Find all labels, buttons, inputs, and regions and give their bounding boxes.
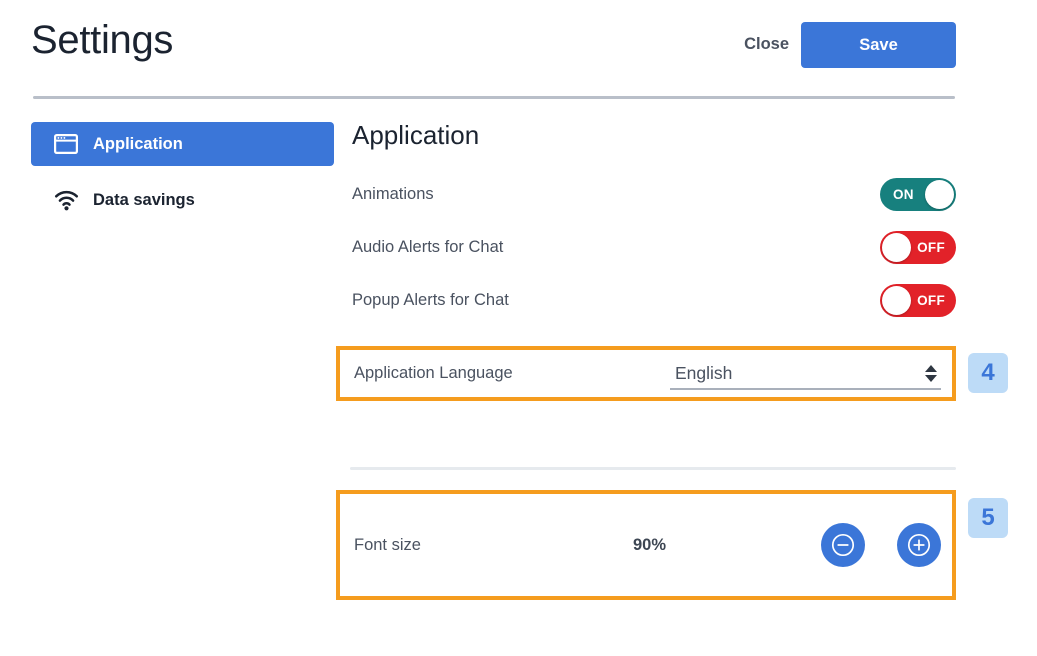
setting-label: Animations — [352, 184, 434, 203]
settings-main-panel: Application Animations ON Audio Alerts f… — [352, 118, 1032, 333]
setting-label: Font size — [354, 535, 421, 554]
toggle-state-label: OFF — [917, 239, 945, 255]
close-button[interactable]: Close — [738, 31, 795, 58]
setting-row-application-language: Application Language English — [340, 350, 952, 397]
save-button[interactable]: Save — [801, 22, 956, 68]
font-size-decrease-button[interactable] — [821, 523, 865, 567]
sidebar-item-data-savings[interactable]: Data savings — [31, 178, 334, 222]
setting-row-popup-alerts: Popup Alerts for Chat OFF — [352, 280, 956, 320]
toggle-state-label: ON — [893, 186, 914, 202]
application-language-highlight: Application Language English — [336, 346, 956, 401]
annotation-badge-4: 4 — [968, 353, 1008, 393]
sidebar-item-label: Application — [93, 134, 183, 153]
setting-label: Application Language — [354, 364, 513, 382]
sidebar-item-label: Data savings — [93, 190, 195, 209]
font-size-increase-button[interactable] — [897, 523, 941, 567]
annotation-badge-5: 5 — [968, 498, 1008, 538]
popup-alerts-toggle[interactable]: OFF — [880, 283, 956, 317]
application-language-value: English — [675, 362, 733, 383]
font-size-highlight: Font size 90% — [336, 490, 956, 600]
sidebar-item-application[interactable]: Application — [31, 122, 334, 166]
audio-alerts-toggle[interactable]: OFF — [880, 230, 956, 264]
toggle-knob — [925, 179, 954, 209]
toggle-knob — [882, 232, 911, 262]
font-size-value: 90% — [633, 535, 667, 554]
section-title: Application — [352, 120, 480, 150]
setting-label: Audio Alerts for Chat — [352, 237, 504, 256]
setting-row-audio-alerts: Audio Alerts for Chat OFF — [352, 227, 956, 267]
animations-toggle[interactable]: ON — [880, 177, 956, 211]
toggle-state-label: OFF — [917, 292, 945, 308]
setting-row-font-size: Font size 90% — [340, 494, 952, 596]
header-divider — [33, 96, 955, 99]
minus-circle-icon — [831, 533, 855, 557]
settings-sidebar: Application Data savings — [0, 122, 340, 234]
spinner-arrows-icon — [925, 364, 937, 382]
setting-row-animations: Animations ON — [352, 174, 956, 214]
window-icon — [53, 133, 79, 155]
settings-header: Settings Close Save — [0, 0, 1037, 92]
application-language-select[interactable]: English — [670, 358, 941, 390]
section-divider — [350, 467, 956, 470]
setting-label: Popup Alerts for Chat — [352, 290, 509, 309]
toggle-knob — [882, 285, 911, 315]
wifi-icon — [53, 189, 79, 211]
page-title: Settings — [31, 18, 174, 62]
plus-circle-icon — [907, 533, 931, 557]
